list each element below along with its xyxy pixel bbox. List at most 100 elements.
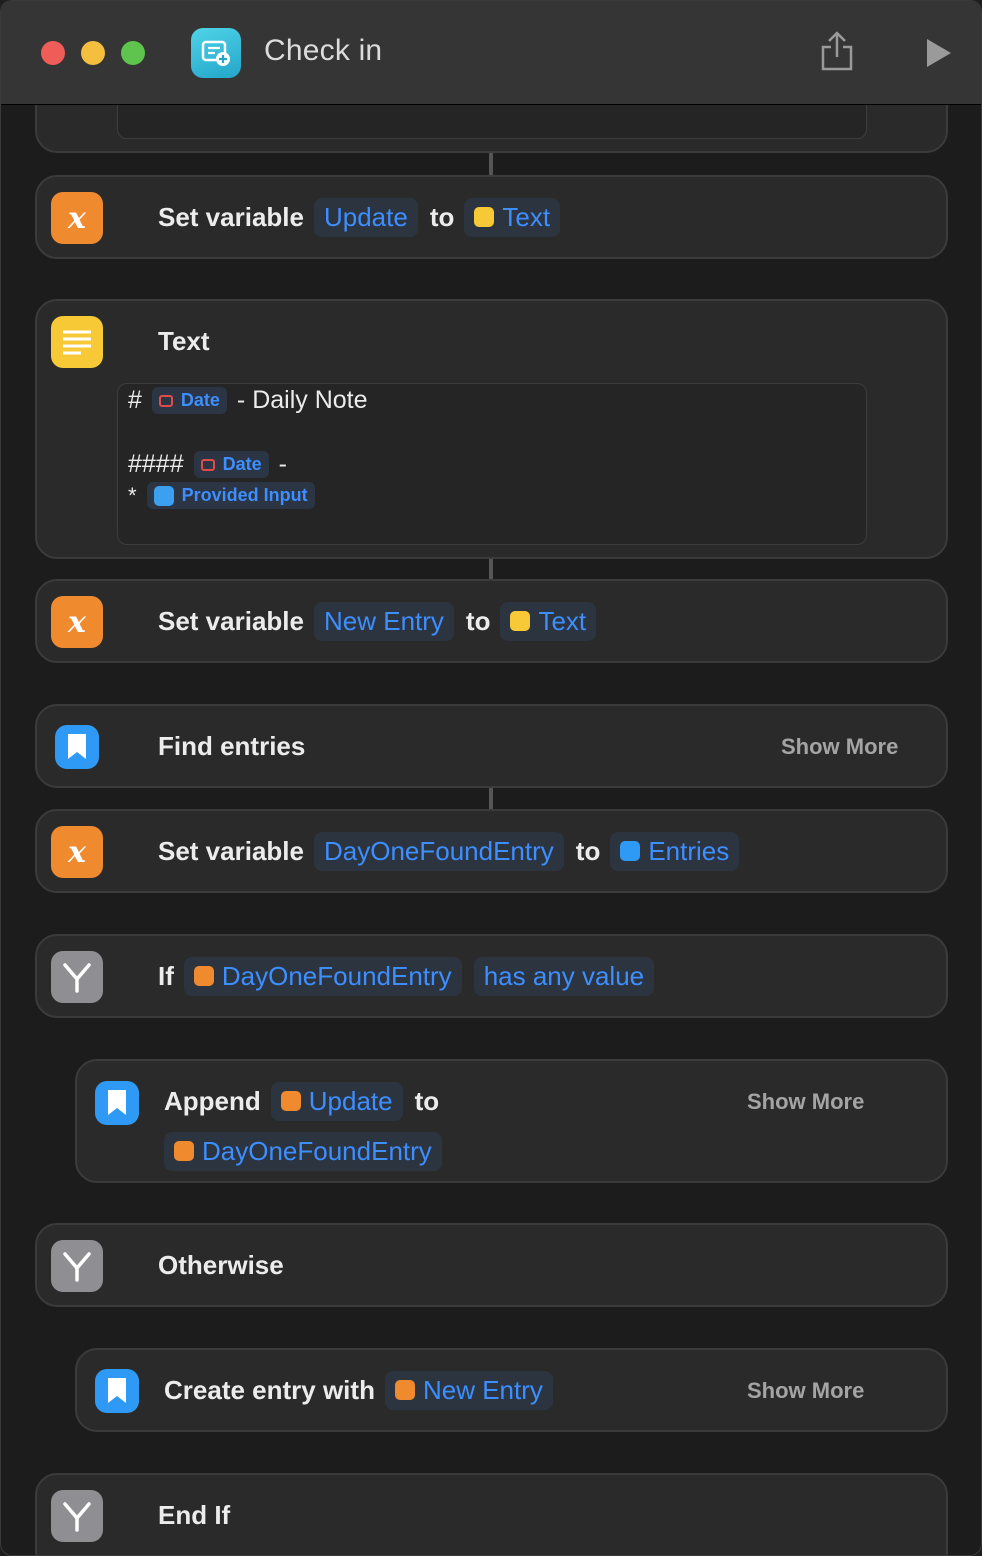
set-variable-dayonefoundentry-card[interactable]: x Set variable DayOneFoundEntry to Entri… [35, 809, 948, 893]
end-if-card[interactable]: End If [35, 1473, 948, 1555]
variable-name-token[interactable]: New Entry [313, 601, 454, 641]
otherwise-label: Otherwise [158, 1249, 284, 1280]
title-bar: Check in [1, 1, 981, 105]
connector-line [489, 788, 493, 809]
dayone-icon [55, 725, 99, 769]
variable-icon [174, 1141, 194, 1161]
play-icon[interactable] [921, 33, 957, 73]
variable-icon [193, 966, 214, 986]
share-icon[interactable] [817, 29, 857, 73]
text-line-3: * Provided Input [128, 482, 315, 509]
daily-note-text: - Daily Note [236, 386, 368, 414]
otherwise-row: Otherwise [158, 1243, 294, 1287]
to-label: to [429, 201, 455, 232]
variable-name-token[interactable]: DayOneFoundEntry [313, 831, 564, 871]
window-title: Check in [264, 34, 383, 67]
date-token-label: Date [180, 390, 220, 410]
value-label: Text [502, 201, 551, 232]
to-label: to [414, 1085, 440, 1116]
if-row: If DayOneFoundEntry has any value [158, 954, 666, 998]
set-variable-label: Set variable [158, 605, 304, 636]
branch-icon [51, 1490, 103, 1542]
value-label: Text [538, 605, 587, 636]
set-variable-new-entry-card[interactable]: x Set variable New Entry to Text [35, 579, 948, 663]
to-label: to [575, 835, 601, 866]
connector-line [489, 559, 493, 579]
find-entries-label: Find entries [158, 730, 306, 761]
value-label: Entries [648, 835, 730, 866]
text-line-1: # Date - Daily Note [128, 386, 368, 415]
target-token[interactable]: DayOneFoundEntry [164, 1131, 442, 1171]
find-entries-row: Find entries [158, 724, 315, 768]
shortcut-editor-window: Check in x Set variable Update to Text T… [0, 0, 982, 1556]
provided-input-icon [153, 485, 174, 506]
text-action-label: Text [158, 325, 210, 356]
text-value-token[interactable]: Text [500, 601, 597, 641]
new-entry-token[interactable]: New Entry [384, 1370, 553, 1410]
variable-label: New Entry [422, 1374, 543, 1405]
variable-token[interactable]: DayOneFoundEntry [183, 956, 462, 996]
show-more-button[interactable]: Show More [781, 734, 898, 760]
variable-icon [394, 1380, 415, 1400]
variable-name-token[interactable]: Update [313, 197, 418, 237]
dayone-icon [95, 1081, 139, 1125]
svg-text:x: x [67, 201, 87, 236]
text-icon [51, 316, 103, 368]
set-variable-row: Set variable Update to Text [158, 195, 572, 239]
heading-symbol: # [128, 386, 142, 414]
variable-icon: x [51, 826, 103, 878]
create-entry-label: Create entry with [164, 1374, 375, 1405]
variable-icon: x [51, 596, 103, 648]
create-entry-card[interactable]: Create entry with New Entry Show More [75, 1348, 948, 1432]
otherwise-card[interactable]: Otherwise [35, 1223, 948, 1307]
text-action-card[interactable]: Text # Date - Daily Note #### Date - * P… [35, 299, 948, 559]
set-variable-label: Set variable [158, 835, 304, 866]
dash-text: - [278, 450, 287, 478]
variable-label: Update [308, 1085, 393, 1116]
svg-text:x: x [67, 835, 87, 870]
variable-icon: x [51, 192, 103, 244]
append-card[interactable]: Append Update to DayOneFoundEntry Show M… [75, 1059, 948, 1183]
find-entries-card[interactable]: Find entries Show More [35, 704, 948, 788]
set-variable-update-card[interactable]: x Set variable Update to Text [35, 175, 948, 259]
text-line-2: #### Date - [128, 450, 287, 479]
close-window-button[interactable] [41, 41, 65, 65]
shortcuts-app-icon [191, 28, 241, 78]
calendar-icon [158, 394, 173, 407]
append-label: Append [164, 1085, 261, 1116]
branch-icon [51, 1240, 103, 1292]
text-content-field[interactable]: # Date - Daily Note #### Date - * Provid… [117, 383, 867, 545]
dayone-icon [95, 1369, 139, 1413]
target-label: DayOneFoundEntry [202, 1135, 432, 1166]
condition-token[interactable]: has any value [473, 956, 655, 996]
text-value-token[interactable]: Text [464, 197, 561, 237]
connector-line [489, 153, 493, 175]
create-entry-row: Create entry with New Entry [164, 1368, 565, 1412]
set-variable-label: Set variable [158, 201, 304, 232]
set-variable-row: Set variable DayOneFoundEntry to Entries [158, 829, 751, 873]
show-more-button[interactable]: Show More [747, 1089, 864, 1115]
update-token[interactable]: Update [270, 1081, 403, 1121]
if-card[interactable]: If DayOneFoundEntry has any value [35, 934, 948, 1018]
append-row: Append Update to [164, 1079, 449, 1123]
entries-value-token[interactable]: Entries [610, 831, 740, 871]
to-label: to [465, 605, 491, 636]
text-icon [510, 611, 531, 631]
variable-label: DayOneFoundEntry [221, 960, 452, 991]
text-icon [474, 207, 495, 227]
end-if-label: End If [158, 1499, 231, 1530]
minimize-window-button[interactable] [81, 41, 105, 65]
date-token[interactable]: Date [193, 451, 269, 478]
maximize-window-button[interactable] [121, 41, 145, 65]
dayone-icon [620, 841, 641, 861]
if-label: If [158, 960, 174, 991]
show-more-button[interactable]: Show More [747, 1378, 864, 1404]
provided-input-token[interactable]: Provided Input [146, 482, 315, 509]
date-token-label: Date [222, 454, 262, 474]
append-target-row: DayOneFoundEntry [164, 1129, 454, 1173]
svg-text:x: x [67, 605, 87, 640]
text-title-row: Text [158, 319, 220, 363]
date-token[interactable]: Date [151, 387, 227, 414]
variable-icon [280, 1091, 301, 1111]
set-variable-row: Set variable New Entry to Text [158, 599, 608, 643]
